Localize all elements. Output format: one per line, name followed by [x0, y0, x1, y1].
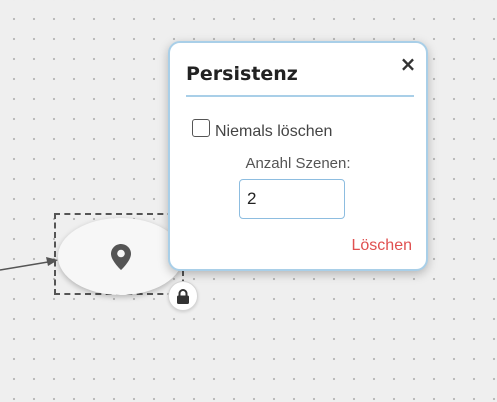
- close-button[interactable]: ×: [397, 53, 419, 75]
- edge-line: [0, 261, 49, 271]
- popup-title: Persistenz: [186, 63, 298, 85]
- title-divider: [186, 95, 414, 97]
- location-node[interactable]: [58, 218, 183, 295]
- scene-count-label: Anzahl Szenen:: [245, 155, 351, 172]
- never-delete-row[interactable]: Niemals löschen: [192, 119, 332, 140]
- never-delete-checkbox[interactable]: [192, 119, 210, 137]
- scene-count-input[interactable]: [239, 179, 345, 219]
- flow-canvas[interactable]: Persistenz × Niemals löschen Anzahl Szen…: [0, 0, 497, 402]
- lock-icon: [177, 288, 189, 304]
- persistence-popup: Persistenz × Niemals löschen Anzahl Szen…: [168, 41, 428, 271]
- map-pin-icon: [110, 243, 131, 270]
- delete-button[interactable]: Löschen: [352, 237, 413, 255]
- lock-button[interactable]: [168, 281, 198, 311]
- never-delete-label[interactable]: Niemals löschen: [215, 123, 332, 141]
